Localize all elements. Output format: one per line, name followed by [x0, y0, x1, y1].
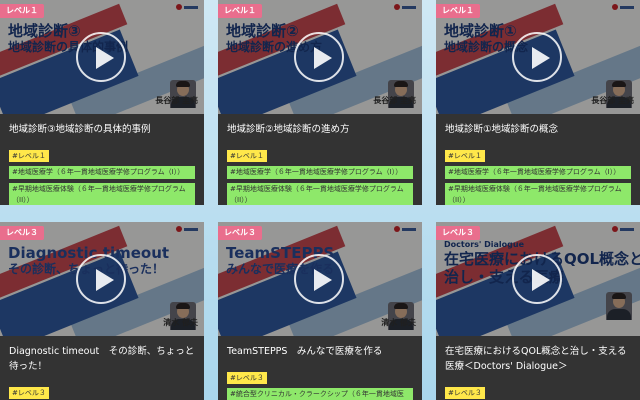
- video-card[interactable]: 地域診断③ 地域診断の具体的事例 長谷部 圭亮 レベル１ 地域診断③地域診断の具…: [0, 0, 204, 205]
- program-tag[interactable]: #早期地域医療体験（６年一貫地域医療学修プログラム（II））: [9, 183, 195, 205]
- play-icon[interactable]: [76, 254, 126, 304]
- video-thumbnail[interactable]: Diagnostic timeout その診断、ちょっと待った！ 清水 郁夫 レ…: [0, 222, 204, 336]
- video-grid: 地域診断③ 地域診断の具体的事例 長谷部 圭亮 レベル１ 地域診断③地域診断の具…: [0, 0, 640, 400]
- video-card[interactable]: TeamSTEPPS みんなで医療を作る 清水 郁夫 レベル３ TeamSTEP…: [218, 222, 422, 400]
- video-thumbnail[interactable]: Doctors' Dialogue 在宅医療におけるQOL概念と 治し・支える医…: [436, 222, 640, 336]
- video-info: 地域診断①地域診断の概念 #レベル１ #地域医療学（６年一貫地域医療学修プログラ…: [436, 114, 640, 205]
- video-info: TeamSTEPPS みんなで医療を作る #レベル３ #統合型クリニカル・クラー…: [218, 336, 422, 400]
- level-badge: レベル１: [0, 4, 44, 18]
- program-tag[interactable]: #早期地域医療体験（６年一貫地域医療学修プログラム（II））: [227, 183, 413, 205]
- video-thumbnail[interactable]: 地域診断② 地域診断の進め方 長谷部 圭亮 レベル１: [218, 0, 422, 114]
- level-tag[interactable]: #レベル３: [227, 372, 267, 384]
- video-title[interactable]: 地域診断③地域診断の具体的事例: [9, 122, 195, 137]
- play-icon[interactable]: [512, 32, 562, 82]
- video-thumbnail[interactable]: 地域診断① 地域診断の概念 長谷部 圭亮 レベル１: [436, 0, 640, 114]
- level-badge: レベル３: [0, 226, 44, 240]
- program-tag[interactable]: #統合型クリニカル・クラークシップ（６年一貫地域医療学修プログラム（V））: [227, 388, 413, 400]
- level-tag[interactable]: #レベル３: [9, 387, 49, 399]
- level-tag[interactable]: #レベル３: [445, 387, 485, 399]
- level-badge: レベル３: [436, 226, 480, 240]
- level-badge: レベル１: [436, 4, 480, 18]
- program-tag[interactable]: #早期地域医療体験（６年一貫地域医療学修プログラム（II））: [445, 183, 631, 205]
- video-title[interactable]: 地域診断②地域診断の進め方: [227, 122, 413, 137]
- level-badge: レベル１: [218, 4, 262, 18]
- video-card[interactable]: 地域診断① 地域診断の概念 長谷部 圭亮 レベル１ 地域診断①地域診断の概念 #…: [436, 0, 640, 205]
- video-title[interactable]: TeamSTEPPS みんなで医療を作る: [227, 344, 413, 359]
- video-info: Diagnostic timeout その診断、ちょっと待った！ #レベル３: [0, 336, 204, 400]
- play-icon[interactable]: [76, 32, 126, 82]
- program-tag[interactable]: #地域医療学（６年一貫地域医療学修プログラム（I））: [445, 166, 631, 179]
- video-title[interactable]: 在宅医療におけるQOL概念と治し・支える医療＜Doctors' Dialogue…: [445, 344, 631, 374]
- program-tag[interactable]: #地域医療学（６年一貫地域医療学修プログラム（I））: [9, 166, 195, 179]
- video-info: 地域診断②地域診断の進め方 #レベル１ #地域医療学（６年一貫地域医療学修プログ…: [218, 114, 422, 205]
- video-info: 在宅医療におけるQOL概念と治し・支える医療＜Doctors' Dialogue…: [436, 336, 640, 400]
- video-title[interactable]: Diagnostic timeout その診断、ちょっと待った！: [9, 344, 195, 374]
- level-tag[interactable]: #レベル１: [445, 150, 485, 162]
- level-tag[interactable]: #レベル１: [227, 150, 267, 162]
- play-icon[interactable]: [294, 254, 344, 304]
- level-badge: レベル３: [218, 226, 262, 240]
- program-tag[interactable]: #地域医療学（６年一貫地域医療学修プログラム（I））: [227, 166, 413, 179]
- video-title[interactable]: 地域診断①地域診断の概念: [445, 122, 631, 137]
- level-tag[interactable]: #レベル１: [9, 150, 49, 162]
- video-thumbnail[interactable]: TeamSTEPPS みんなで医療を作る 清水 郁夫 レベル３: [218, 222, 422, 336]
- play-icon[interactable]: [512, 254, 562, 304]
- video-card[interactable]: Doctors' Dialogue 在宅医療におけるQOL概念と 治し・支える医…: [436, 222, 640, 400]
- video-thumbnail[interactable]: 地域診断③ 地域診断の具体的事例 長谷部 圭亮 レベル１: [0, 0, 204, 114]
- video-info: 地域診断③地域診断の具体的事例 #レベル１ #地域医療学（６年一貫地域医療学修プ…: [0, 114, 204, 205]
- video-card[interactable]: 地域診断② 地域診断の進め方 長谷部 圭亮 レベル１ 地域診断②地域診断の進め方…: [218, 0, 422, 205]
- play-icon[interactable]: [294, 32, 344, 82]
- video-card[interactable]: Diagnostic timeout その診断、ちょっと待った！ 清水 郁夫 レ…: [0, 222, 204, 400]
